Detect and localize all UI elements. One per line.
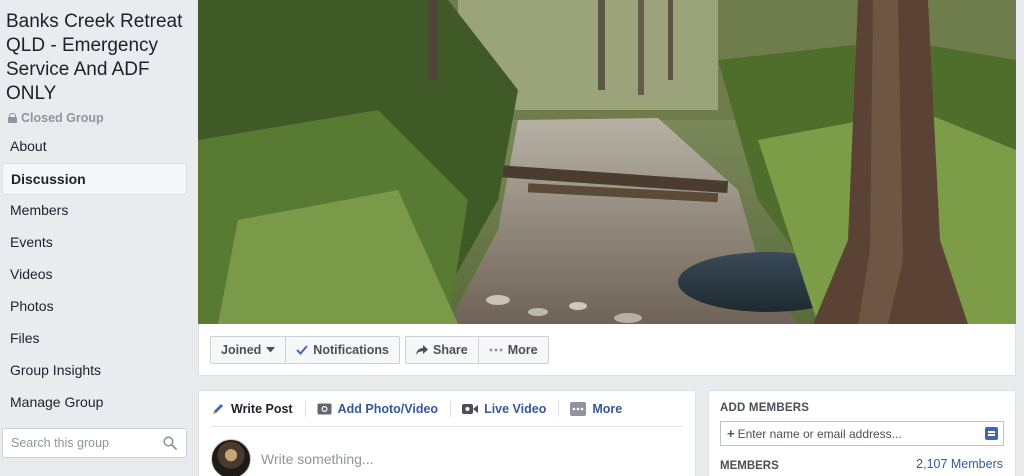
more-dots-icon xyxy=(489,348,503,352)
post-composer: Write Post Add Photo/Video Live Video Mo… xyxy=(198,390,696,476)
pencil-icon xyxy=(213,403,223,414)
checkmark-icon xyxy=(296,345,309,355)
live-video-label: Live Video xyxy=(484,401,547,416)
joined-button[interactable]: Joined xyxy=(211,337,285,363)
write-post-label: Write Post xyxy=(231,401,293,416)
group-search-input[interactable] xyxy=(11,436,151,450)
share-button[interactable]: Share xyxy=(406,337,478,363)
share-label: Share xyxy=(433,343,468,357)
more-button[interactable]: More xyxy=(477,337,548,363)
sidebar-item-members[interactable]: Members xyxy=(2,195,187,227)
sidebar-item-group-insights[interactable]: Group Insights xyxy=(2,355,187,387)
joined-label: Joined xyxy=(221,343,262,357)
avatar[interactable] xyxy=(211,439,251,476)
sidebar-item-manage-group[interactable]: Manage Group xyxy=(2,387,187,419)
caret-down-icon xyxy=(266,347,276,353)
left-sidebar: Banks Creek Retreat QLD - Emergency Serv… xyxy=(0,0,196,476)
more-dots-icon xyxy=(570,401,587,416)
privacy-label: Closed Group xyxy=(21,111,104,125)
notifications-label: Notifications xyxy=(313,343,389,357)
sidebar-item-files[interactable]: Files xyxy=(2,323,187,355)
sidebar-item-about[interactable]: About xyxy=(2,131,187,163)
membership-button-group: Joined Notifications xyxy=(210,336,400,364)
add-members-heading: ADD MEMBERS xyxy=(720,402,810,414)
more-tab-label: More xyxy=(592,401,623,416)
members-count-link[interactable]: 2,107 Members xyxy=(916,457,1003,471)
add-photo-video-label: Add Photo/Video xyxy=(337,401,439,416)
lock-icon xyxy=(8,113,17,123)
add-member-field: + xyxy=(720,421,1004,446)
group-nav: About Discussion Members Events Videos P… xyxy=(2,131,187,419)
address-book-icon[interactable] xyxy=(985,427,998,440)
camera-icon xyxy=(317,403,332,415)
cover-photo[interactable] xyxy=(198,0,1016,324)
notifications-button[interactable]: Notifications xyxy=(285,337,399,363)
group-search xyxy=(2,428,187,458)
sidebar-item-videos[interactable]: Videos xyxy=(2,259,187,291)
sidebar-item-events[interactable]: Events xyxy=(2,227,187,259)
write-something-input[interactable] xyxy=(261,451,561,467)
tab-add-photo-video[interactable]: Add Photo/Video xyxy=(304,391,450,427)
cover-action-bar: Joined Notifications Share More xyxy=(198,324,1016,376)
members-label: MEMBERS xyxy=(720,460,779,472)
sidebar-item-photos[interactable]: Photos xyxy=(2,291,187,323)
creek-scene-image xyxy=(198,0,1016,324)
add-members-card: ADD MEMBERS + MEMBERS 2,107 Members xyxy=(708,390,1016,476)
group-title[interactable]: Banks Creek Retreat QLD - Emergency Serv… xyxy=(6,10,192,106)
group-privacy: Closed Group xyxy=(8,111,104,125)
tab-write-post[interactable]: Write Post xyxy=(211,391,305,427)
share-more-button-group: Share More xyxy=(405,336,549,364)
search-icon[interactable] xyxy=(163,436,177,450)
video-camera-icon xyxy=(462,403,479,414)
composer-body xyxy=(199,427,695,476)
plus-icon: + xyxy=(727,426,735,441)
tab-more[interactable]: More xyxy=(558,391,634,427)
tab-live-video[interactable]: Live Video xyxy=(450,391,558,427)
sidebar-item-discussion[interactable]: Discussion xyxy=(2,163,187,195)
more-label: More xyxy=(507,343,538,357)
add-member-input[interactable] xyxy=(737,426,978,441)
composer-tabs: Write Post Add Photo/Video Live Video Mo… xyxy=(211,391,683,427)
share-arrow-icon xyxy=(416,345,428,355)
